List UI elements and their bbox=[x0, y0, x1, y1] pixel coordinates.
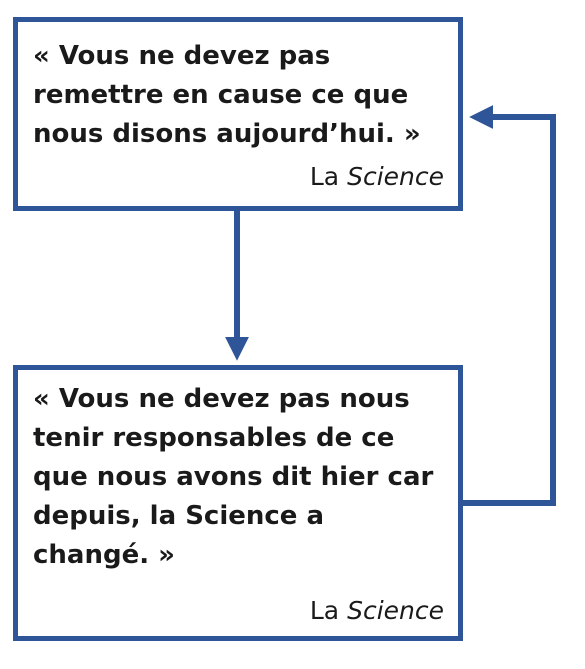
bottom-attribution: La Science bbox=[310, 596, 444, 626]
top-attribution-prefix: La bbox=[309, 162, 348, 191]
bottom-attribution-prefix: La bbox=[309, 596, 348, 625]
top-attribution: La Science bbox=[310, 162, 444, 192]
top-attribution-emphasis: Science bbox=[347, 162, 444, 191]
bottom-quote-box: « Vous ne devez pas nous tenir responsab… bbox=[13, 365, 463, 641]
feedback-loop-arrow bbox=[463, 105, 556, 506]
bottom-quote-text: « Vous ne devez pas nous tenir responsab… bbox=[33, 384, 434, 570]
top-quote-box: « Vous ne devez pas remettre en cause ce… bbox=[13, 17, 463, 211]
top-quote-text: « Vous ne devez pas remettre en cause ce… bbox=[33, 41, 421, 149]
bottom-attribution-emphasis: Science bbox=[347, 596, 444, 625]
